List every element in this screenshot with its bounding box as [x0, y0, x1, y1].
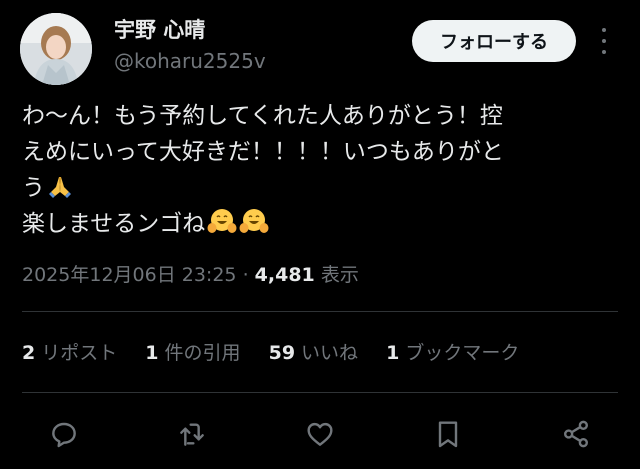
tweet-line-text: う	[22, 175, 45, 201]
avatar[interactable]	[20, 13, 92, 85]
user-handle[interactable]: @koharu2525v	[114, 48, 266, 74]
quotes-stat[interactable]: 1 件の引用	[145, 340, 240, 366]
views-label: 表示	[320, 264, 359, 286]
engagement-stats: 2 リポスト 1 件の引用 59 いいね 1 ブックマーク	[22, 340, 541, 366]
hugging-face-icon	[207, 207, 237, 246]
share-icon[interactable]	[560, 418, 592, 450]
quotes-count: 1	[145, 342, 159, 364]
action-bar	[0, 410, 640, 458]
bookmarks-count: 1	[386, 342, 400, 364]
likes-stat[interactable]: 59 いいね	[269, 340, 358, 366]
bookmark-icon[interactable]	[432, 418, 464, 450]
tweet-line: う	[22, 170, 622, 206]
tweet-line-text: 楽しませるンゴね	[22, 211, 206, 237]
bookmarks-label: ブックマーク	[405, 342, 520, 364]
tweet-line: 楽しませるンゴね	[22, 206, 622, 242]
like-icon[interactable]	[304, 418, 336, 450]
folded-hands-icon	[47, 173, 73, 210]
tweet-text: わ〜ん！もう予約してくれた人ありがとう！控 えめにいって大好きだ！！！！いつもあ…	[22, 98, 622, 242]
views-count: 4,481	[254, 264, 315, 286]
quotes-label: 件の引用	[164, 342, 241, 364]
tweet-line: わ〜ん！もう予約してくれた人ありがとう！控	[22, 103, 503, 129]
divider	[22, 311, 618, 312]
timestamp[interactable]: 2025年12月06日 23:25	[22, 264, 237, 286]
repost-icon[interactable]	[176, 418, 208, 450]
bookmarks-stat[interactable]: 1 ブックマーク	[386, 340, 519, 366]
hugging-face-icon	[239, 207, 269, 246]
reposts-stat[interactable]: 2 リポスト	[22, 340, 117, 366]
display-name[interactable]: 宇野 心晴	[114, 17, 205, 43]
more-vertical-icon[interactable]	[594, 28, 614, 54]
meta-separator: ·	[242, 264, 249, 286]
reposts-count: 2	[22, 342, 36, 364]
divider	[22, 392, 618, 393]
likes-count: 59	[268, 342, 296, 364]
reposts-label: リポスト	[41, 342, 118, 364]
tweet-line: えめにいって大好きだ！！！！いつもありがと	[22, 139, 504, 165]
likes-label: いいね	[301, 342, 359, 364]
follow-button[interactable]: フォローする	[412, 20, 576, 62]
reply-icon[interactable]	[48, 418, 80, 450]
tweet-meta: 2025年12月06日 23:25 · 4,481 表示	[22, 262, 359, 288]
